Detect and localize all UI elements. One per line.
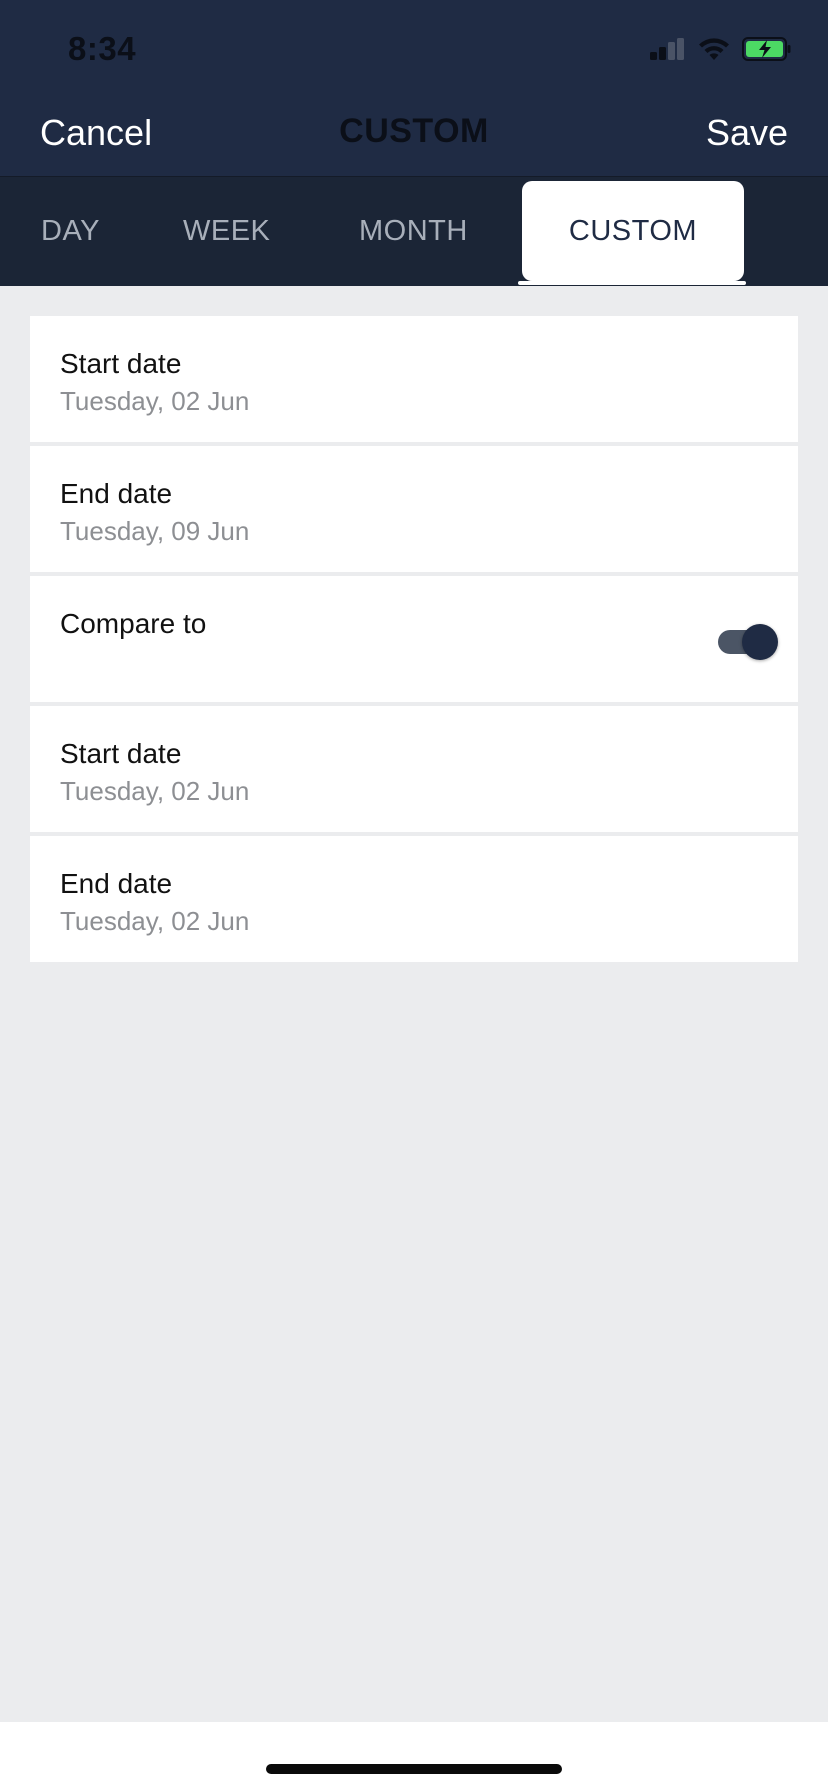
save-button[interactable]: Save bbox=[706, 112, 788, 154]
end-date-label: End date bbox=[60, 478, 173, 509]
compare-end-date-label: End date bbox=[60, 868, 173, 899]
toggle-knob bbox=[742, 624, 778, 660]
signal-icon bbox=[650, 38, 684, 60]
tab-day[interactable]: DAY bbox=[41, 177, 100, 285]
compare-start-date-row[interactable]: Start date Tuesday, 02 Jun bbox=[30, 706, 798, 832]
bottom-safe-area bbox=[0, 1722, 828, 1792]
battery-charging-icon bbox=[742, 37, 791, 61]
wifi-icon bbox=[699, 38, 729, 60]
page-title: CUSTOM bbox=[339, 112, 489, 150]
navigation-bar: Cancel CUSTOM Save bbox=[0, 100, 828, 176]
status-time: 8:34 bbox=[68, 30, 137, 67]
selected-tab-indicator bbox=[518, 281, 746, 285]
date-settings-list: Start date Tuesday, 02 Jun End date Tues… bbox=[30, 316, 798, 966]
status-bar: 8:34 bbox=[0, 0, 828, 100]
compare-start-date-value: Tuesday, 02 Jun bbox=[60, 776, 250, 806]
compare-end-date-row[interactable]: End date Tuesday, 02 Jun bbox=[30, 836, 798, 962]
compare-start-date-label: Start date bbox=[60, 738, 182, 769]
start-date-label: Start date bbox=[60, 348, 182, 379]
compare-to-row: Compare to bbox=[30, 576, 798, 702]
compare-end-date-value: Tuesday, 02 Jun bbox=[60, 906, 250, 936]
tab-custom[interactable]: CUSTOM bbox=[522, 181, 744, 281]
compare-to-label: Compare to bbox=[60, 608, 207, 639]
end-date-value: Tuesday, 09 Jun bbox=[60, 516, 250, 546]
start-date-value: Tuesday, 02 Jun bbox=[60, 386, 250, 416]
start-date-row[interactable]: Start date Tuesday, 02 Jun bbox=[30, 316, 798, 442]
home-indicator[interactable] bbox=[266, 1764, 562, 1774]
tab-month[interactable]: MONTH bbox=[359, 177, 468, 285]
end-date-row[interactable]: End date Tuesday, 09 Jun bbox=[30, 446, 798, 572]
period-tabs: DAY WEEK MONTH CUSTOM bbox=[0, 176, 828, 286]
tab-week[interactable]: WEEK bbox=[183, 177, 270, 285]
compare-to-toggle[interactable] bbox=[718, 624, 778, 660]
status-icons bbox=[650, 36, 792, 62]
